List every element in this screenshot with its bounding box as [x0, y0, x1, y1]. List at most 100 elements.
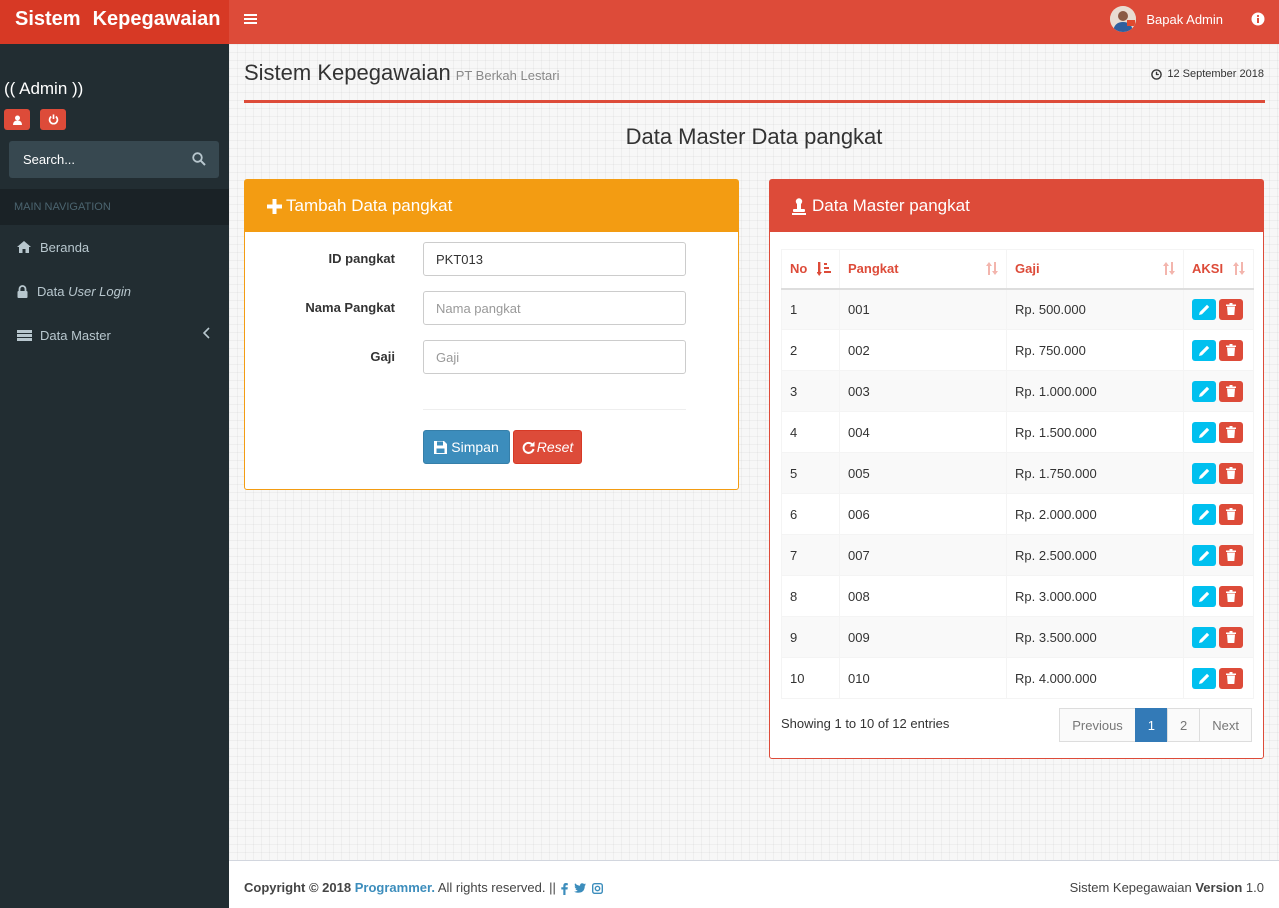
- facebook-icon[interactable]: [561, 882, 569, 895]
- cell-gaji: Rp. 4.000.000: [1006, 657, 1184, 699]
- cell-gaji: Rp. 1.000.000: [1006, 370, 1184, 412]
- power-icon: [48, 114, 58, 125]
- edit-button[interactable]: [1192, 503, 1216, 525]
- sidebar-item-data-master[interactable]: Data Master: [0, 313, 229, 357]
- nama-pangkat-field[interactable]: Nama pangkat: [423, 291, 686, 325]
- sort-both-icon: [1233, 262, 1245, 275]
- pagination-next[interactable]: Next: [1199, 708, 1252, 742]
- user-role: (( Admin )): [4, 79, 84, 98]
- edit-button[interactable]: [1192, 462, 1216, 484]
- reset-button[interactable]: Reset: [513, 430, 582, 464]
- cell-gaji: Rp. 1.500.000: [1006, 411, 1184, 453]
- info-icon[interactable]: [1251, 12, 1265, 26]
- column-label: No: [790, 261, 808, 277]
- id-pangkat-field[interactable]: PKT013: [423, 242, 686, 276]
- cell-actions: [1183, 452, 1254, 494]
- edit-button[interactable]: [1192, 421, 1216, 443]
- delete-button[interactable]: [1219, 667, 1243, 689]
- cell-pangkat: 008: [839, 575, 1007, 617]
- cell-no: 8: [781, 575, 840, 617]
- cell-pangkat: 002: [839, 329, 1007, 371]
- delete-button[interactable]: [1219, 585, 1243, 607]
- trash-icon: [1226, 672, 1236, 684]
- footer-app-name: Sistem Kepegawaian: [1069, 880, 1192, 895]
- edit-button[interactable]: [1192, 380, 1216, 402]
- table-row: 3 003 Rp. 1.000.000: [781, 370, 1254, 412]
- cell-pangkat: 006: [839, 493, 1007, 535]
- footer-author-link[interactable]: Programmer.: [355, 880, 435, 895]
- pagination-previous[interactable]: Previous: [1059, 708, 1136, 742]
- app-logo[interactable]: Sistem Kepegawaian: [0, 0, 229, 44]
- edit-button[interactable]: [1192, 626, 1216, 648]
- delete-button[interactable]: [1219, 339, 1243, 361]
- edit-button[interactable]: [1192, 544, 1216, 566]
- logout-button[interactable]: [40, 109, 66, 130]
- id-pangkat-label: ID pangkat: [328, 251, 395, 266]
- pagination-page-2[interactable]: 2: [1167, 708, 1201, 742]
- delete-button[interactable]: [1219, 380, 1243, 402]
- column-header-gaji[interactable]: Gaji: [1006, 249, 1184, 290]
- delete-button[interactable]: [1219, 626, 1243, 648]
- edit-button[interactable]: [1192, 298, 1216, 320]
- instagram-icon[interactable]: [592, 882, 604, 894]
- footer-version-label: Version: [1195, 880, 1243, 895]
- trash-icon: [1226, 508, 1236, 520]
- cell-gaji: Rp. 3.500.000: [1006, 616, 1184, 658]
- save-label: Simpan: [451, 439, 499, 455]
- nama-pangkat-label: Nama Pangkat: [305, 300, 395, 315]
- nav-header: MAIN NAVIGATION: [0, 189, 229, 225]
- edit-button[interactable]: [1192, 339, 1216, 361]
- brand-left: Sistem: [15, 8, 81, 30]
- sort-asc-icon: [817, 262, 831, 276]
- cell-no: 9: [781, 616, 840, 658]
- add-form-box: Tambah Data pangkat ID pangkat PKT013 Na…: [244, 179, 739, 490]
- delete-button[interactable]: [1219, 421, 1243, 443]
- column-header-no[interactable]: No: [781, 249, 840, 290]
- page-title: Sistem Kepegawaian PT Berkah Lestari: [244, 60, 560, 86]
- search-icon[interactable]: [192, 152, 206, 166]
- search-input[interactable]: Search...: [23, 152, 75, 167]
- twitter-icon[interactable]: [574, 882, 587, 894]
- column-header-aksi[interactable]: AKSI: [1183, 249, 1254, 290]
- pencil-icon: [1198, 591, 1209, 602]
- pencil-icon: [1198, 345, 1209, 356]
- main-title: Data Master Data pangkat: [625, 124, 883, 149]
- hamburger-icon[interactable]: [244, 13, 257, 25]
- pagination-page-1[interactable]: 1: [1134, 708, 1169, 742]
- edit-button[interactable]: [1192, 667, 1216, 689]
- page-title-text: Sistem Kepegawaian: [244, 60, 451, 85]
- plus-icon: [267, 198, 282, 214]
- gaji-field[interactable]: Gaji: [423, 340, 686, 374]
- cell-no: 1: [781, 288, 840, 330]
- column-header-pangkat[interactable]: Pangkat: [839, 249, 1007, 290]
- pencil-icon: [1198, 386, 1209, 397]
- table-title: Data Master pangkat: [812, 196, 970, 215]
- table-header-row: No Pangkat Gaji AKSI: [781, 249, 1254, 290]
- delete-button[interactable]: [1219, 298, 1243, 320]
- trash-icon: [1226, 631, 1236, 643]
- sidebar-search[interactable]: Search...: [9, 141, 219, 178]
- table-row: 1 001 Rp. 500.000: [781, 288, 1254, 330]
- delete-button[interactable]: [1219, 503, 1243, 525]
- save-button[interactable]: Simpan: [423, 430, 510, 464]
- sidebar-item-user-login[interactable]: Data User Login: [0, 269, 229, 313]
- cell-actions: [1183, 657, 1254, 699]
- chevron-left-icon: [203, 327, 210, 339]
- delete-button[interactable]: [1219, 544, 1243, 566]
- pencil-icon: [1198, 427, 1209, 438]
- trash-icon: [1226, 549, 1236, 561]
- pencil-icon: [1198, 304, 1209, 315]
- cell-no: 4: [781, 411, 840, 453]
- user-menu[interactable]: Bapak Admin: [1110, 6, 1223, 32]
- sidebar-item-beranda[interactable]: Beranda: [0, 225, 229, 269]
- delete-button[interactable]: [1219, 462, 1243, 484]
- cell-pangkat: 004: [839, 411, 1007, 453]
- lock-icon: [17, 284, 37, 298]
- cell-actions: [1183, 534, 1254, 576]
- cell-actions: [1183, 616, 1254, 658]
- profile-button[interactable]: [4, 109, 30, 130]
- brand-right: Kepegawaian: [92, 8, 221, 30]
- social-icons: [561, 882, 604, 895]
- pencil-icon: [1198, 550, 1209, 561]
- edit-button[interactable]: [1192, 585, 1216, 607]
